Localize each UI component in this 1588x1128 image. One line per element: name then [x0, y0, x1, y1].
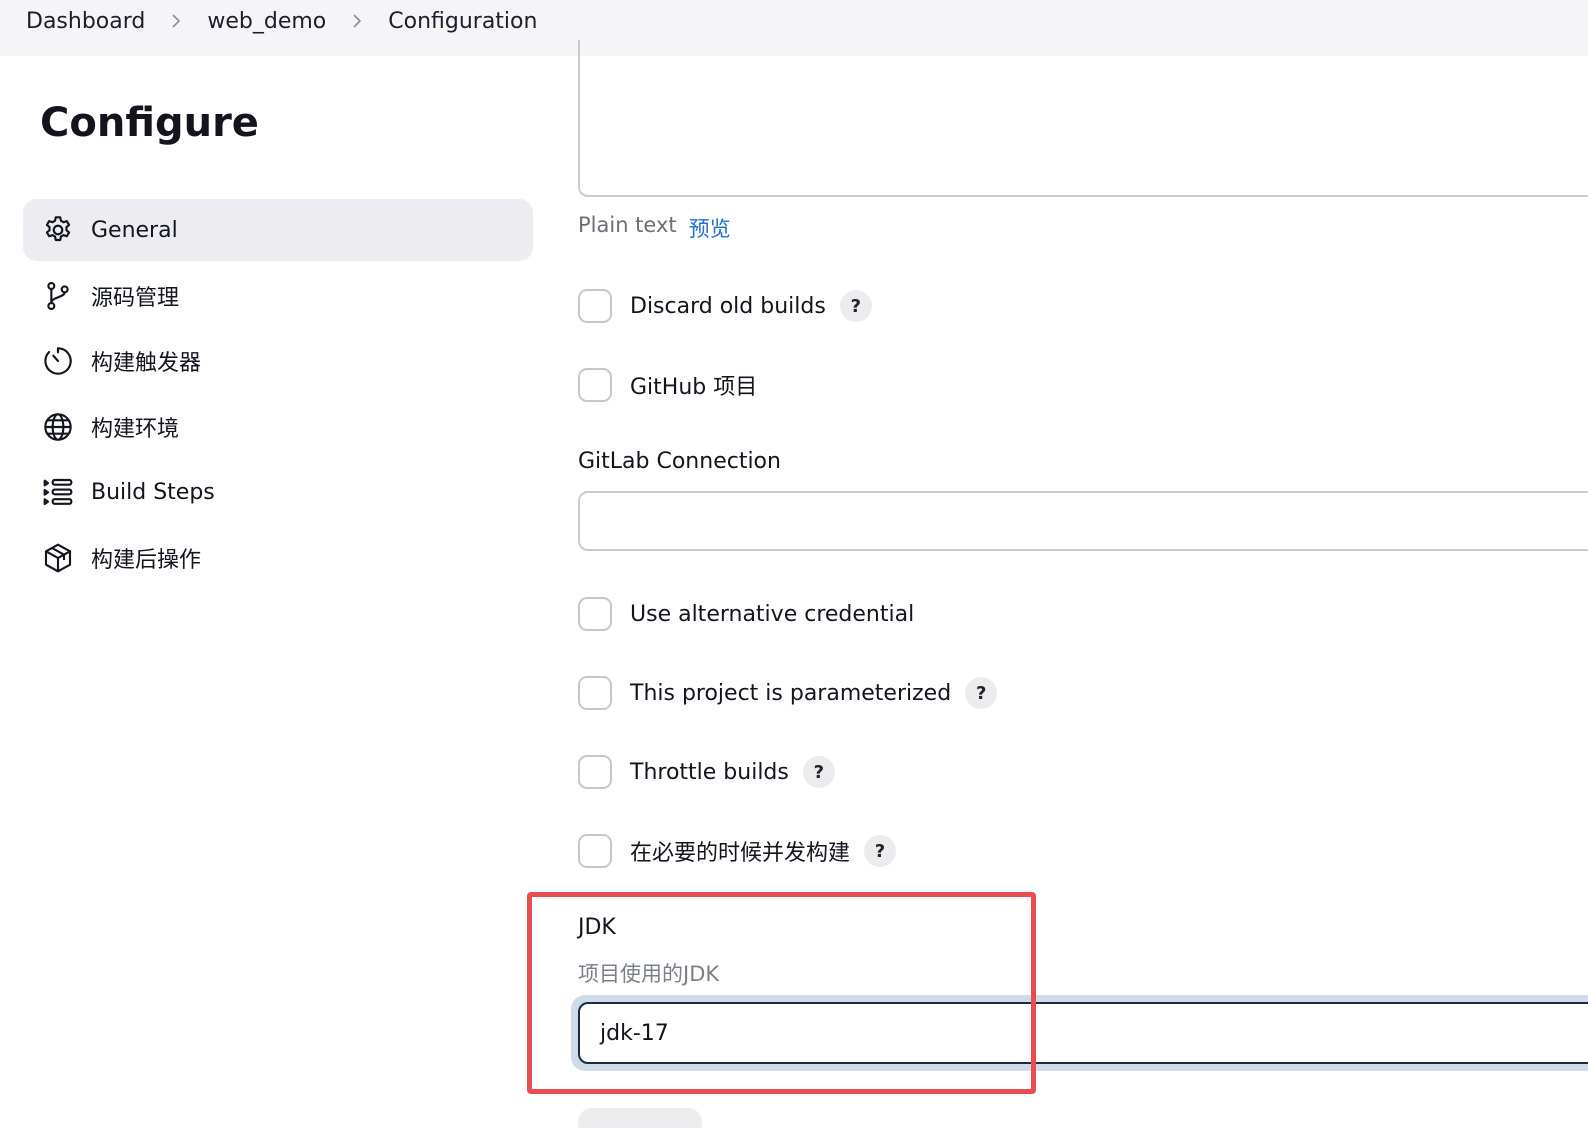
- breadcrumb-configuration[interactable]: Configuration: [388, 9, 537, 34]
- list-steps-icon: [41, 475, 75, 509]
- checkbox-label: This project is parameterized: [630, 680, 952, 706]
- page-title: Configure: [40, 100, 259, 146]
- description-textarea[interactable]: [578, 40, 1588, 197]
- gitlab-connection-label: GitLab Connection: [578, 449, 781, 474]
- sidebar-item-build-triggers[interactable]: 构建触发器: [23, 330, 533, 392]
- sidebar-item-source-control[interactable]: 源码管理: [23, 265, 533, 327]
- sidebar-item-build-environment[interactable]: 构建环境: [23, 396, 533, 458]
- sidebar-item-label: 构建触发器: [91, 351, 202, 377]
- breadcrumb-web-demo[interactable]: web_demo: [207, 9, 326, 34]
- sidebar-item-build-steps[interactable]: Build Steps: [23, 461, 533, 523]
- sidebar-item-label: General: [91, 217, 178, 243]
- parameterized-checkbox[interactable]: [578, 676, 612, 710]
- chevron-right-icon: [171, 14, 181, 28]
- sidebar-item-label: 构建环境: [91, 416, 180, 442]
- checkbox-label: GitHub 项目: [630, 375, 758, 400]
- help-icon[interactable]: ?: [839, 290, 872, 322]
- gitlab-connection-input[interactable]: [578, 491, 1588, 551]
- help-icon[interactable]: ?: [864, 835, 897, 867]
- jdk-description: 项目使用的JDK: [578, 962, 720, 986]
- jdk-select[interactable]: jdk-17: [578, 1002, 1588, 1064]
- sidebar-item-post-build-actions[interactable]: 构建后操作: [23, 527, 533, 589]
- package-icon: [41, 541, 75, 575]
- gear-icon: [41, 213, 75, 247]
- checkbox-label: Use alternative credential: [630, 601, 915, 627]
- discard-old-builds-checkbox[interactable]: [578, 289, 612, 323]
- throttle-builds-row: Throttle builds ?: [578, 754, 835, 790]
- alternative-credential-checkbox[interactable]: [578, 597, 612, 631]
- discard-old-builds-row: Discard old builds ?: [578, 288, 872, 324]
- sidebar-item-label: Build Steps: [91, 479, 215, 505]
- sidebar-item-label: 源码管理: [91, 285, 180, 311]
- preview-link[interactable]: 预览: [689, 213, 731, 243]
- github-project-row: GitHub 项目: [578, 367, 757, 403]
- help-icon[interactable]: ?: [965, 677, 998, 709]
- sidebar-item-general[interactable]: General: [23, 199, 533, 261]
- checkbox-label: Discard old builds: [630, 293, 826, 319]
- timer-icon: [41, 344, 75, 378]
- breadcrumb-dashboard[interactable]: Dashboard: [26, 9, 145, 34]
- sidebar-item-label: 构建后操作: [91, 547, 202, 573]
- git-branch-icon: [41, 279, 75, 313]
- parameterized-row: This project is parameterized ?: [578, 675, 998, 711]
- concurrent-builds-checkbox[interactable]: [578, 834, 612, 868]
- description-format-label: Plain text: [578, 213, 677, 237]
- globe-icon: [41, 410, 75, 444]
- jdk-selected-value: jdk-17: [600, 1020, 669, 1046]
- jdk-label: JDK: [578, 915, 616, 940]
- breadcrumb: Dashboard web_demo Configuration: [26, 0, 537, 42]
- alternative-credential-row: Use alternative credential: [578, 596, 914, 632]
- description-format-row: Plain text 预览: [578, 213, 731, 243]
- throttle-builds-checkbox[interactable]: [578, 755, 612, 789]
- checkbox-label: 在必要的时候并发构建: [630, 841, 851, 866]
- concurrent-builds-row: 在必要的时候并发构建 ?: [578, 833, 897, 869]
- sidebar-nav: General 源码管理 构建触发器 构建环境 Build Steps 构建后操…: [23, 199, 533, 593]
- chevron-right-icon: [352, 14, 362, 28]
- checkbox-label: Throttle builds: [630, 759, 789, 785]
- github-project-checkbox[interactable]: [578, 368, 612, 402]
- help-icon[interactable]: ?: [802, 756, 835, 788]
- partial-button[interactable]: [578, 1108, 702, 1128]
